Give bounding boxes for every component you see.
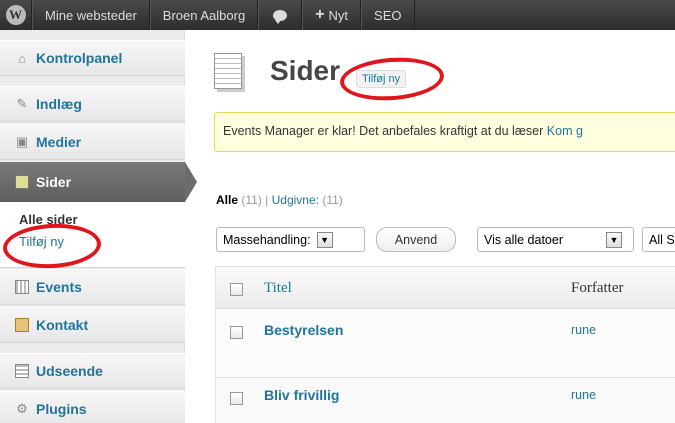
menu-events[interactable]: Events <box>0 269 185 305</box>
pages-table: Titel Forfatter Bestyrelsen rune Bliv fr… <box>215 266 675 423</box>
row-checkbox[interactable] <box>230 326 243 339</box>
column-title[interactable]: Titel <box>264 280 292 297</box>
my-sites-label: Mine websteder <box>45 7 137 23</box>
contact-form-icon <box>14 317 30 333</box>
menu-posts-label: Indlæg <box>36 96 82 112</box>
pages-header-icon <box>214 53 242 89</box>
menu-pages-label: Sider <box>36 174 72 190</box>
filter-published[interactable]: Udgivne: <box>272 193 319 207</box>
notice-link[interactable]: Kom g <box>547 124 583 138</box>
new-content-label: Nyt <box>328 7 349 23</box>
menu-appearance[interactable]: Udseende <box>0 353 185 389</box>
table-header: Titel Forfatter <box>216 267 675 309</box>
menu-dashboard-label: Kontrolpanel <box>36 50 123 66</box>
wordpress-logo-button[interactable]: W <box>0 0 32 30</box>
menu-contact[interactable]: Kontakt <box>0 307 185 343</box>
select-all-checkbox[interactable] <box>230 283 243 296</box>
date-filter-value: Vis alle datoer <box>484 232 563 247</box>
row-title-link[interactable]: Bliv frivillig <box>264 387 339 403</box>
bulk-action-select[interactable]: Massehandling: ▼ <box>216 227 365 252</box>
new-content-menu[interactable]: + Nyt <box>302 0 362 30</box>
status-filter-links: Alle (11) | Udgivne: (11) <box>216 193 343 207</box>
date-filter-select[interactable]: Vis alle datoer ▼ <box>477 227 634 252</box>
table-row: Bliv frivillig rune <box>216 378 675 423</box>
row-checkbox[interactable] <box>230 392 243 405</box>
filter-separator: | <box>265 193 269 207</box>
bulk-action-value: Massehandling: <box>223 232 311 247</box>
menu-events-label: Events <box>36 279 82 295</box>
notice-text: Events Manager er klar! Det anbefales kr… <box>223 124 547 138</box>
table-row: Bestyrelsen rune <box>216 309 675 378</box>
category-filter-select[interactable]: All S <box>642 227 675 252</box>
chevron-down-icon: ▼ <box>606 231 622 248</box>
site-name-label: Broen Aalborg <box>162 7 246 23</box>
row-author-link[interactable]: rune <box>571 323 596 337</box>
comment-bubble-icon <box>273 9 288 24</box>
calendar-icon <box>14 279 30 295</box>
row-title-link[interactable]: Bestyrelsen <box>264 322 343 338</box>
apply-button[interactable]: Anvend <box>376 227 456 252</box>
category-filter-value: All S <box>649 232 675 247</box>
my-sites-menu[interactable]: Mine websteder <box>32 0 150 30</box>
site-name-menu[interactable]: Broen Aalborg <box>149 0 259 30</box>
apply-label: Anvend <box>394 232 438 247</box>
admin-bar: W Mine websteder Broen Aalborg + Nyt SEO <box>0 0 675 30</box>
seo-menu[interactable]: SEO <box>361 0 415 30</box>
column-author: Forfatter <box>571 280 624 296</box>
filter-all-count: (11) <box>241 193 262 207</box>
camera-icon: ▣ <box>15 134 29 149</box>
house-icon: ⌂ <box>18 50 26 66</box>
plus-icon: + <box>315 6 325 23</box>
admin-sidebar: ⌂ Kontrolpanel ✎ Indlæg ▣ Medier Sider A… <box>0 30 197 423</box>
chevron-down-icon: ▼ <box>316 231 333 248</box>
pushpin-icon: ✎ <box>16 96 28 111</box>
seo-label: SEO <box>374 7 402 23</box>
menu-appearance-label: Udseende <box>36 363 103 379</box>
menu-media-label: Medier <box>36 134 82 150</box>
menu-dashboard[interactable]: ⌂ Kontrolpanel <box>0 40 185 76</box>
menu-plugins[interactable]: ⚙ Plugins <box>0 391 185 423</box>
row-author-link[interactable]: rune <box>571 388 596 402</box>
menu-pages[interactable]: Sider <box>0 162 197 202</box>
wordpress-logo-icon: W <box>5 5 26 25</box>
menu-contact-label: Kontakt <box>36 317 89 333</box>
filter-published-count: (11) <box>322 193 343 207</box>
menu-posts[interactable]: ✎ Indlæg <box>0 86 185 122</box>
events-manager-notice: Events Manager er klar! Det anbefales kr… <box>214 112 675 152</box>
menu-plugins-label: Plugins <box>36 401 87 417</box>
annotation-circle-header <box>338 54 446 104</box>
comments-button[interactable] <box>258 0 303 30</box>
page-title: Sider <box>270 55 341 86</box>
appearance-icon <box>14 363 30 379</box>
filter-all[interactable]: Alle <box>216 193 238 207</box>
pages-icon <box>14 174 30 190</box>
plug-icon: ⚙ <box>16 401 28 416</box>
menu-media[interactable]: ▣ Medier <box>0 124 185 160</box>
